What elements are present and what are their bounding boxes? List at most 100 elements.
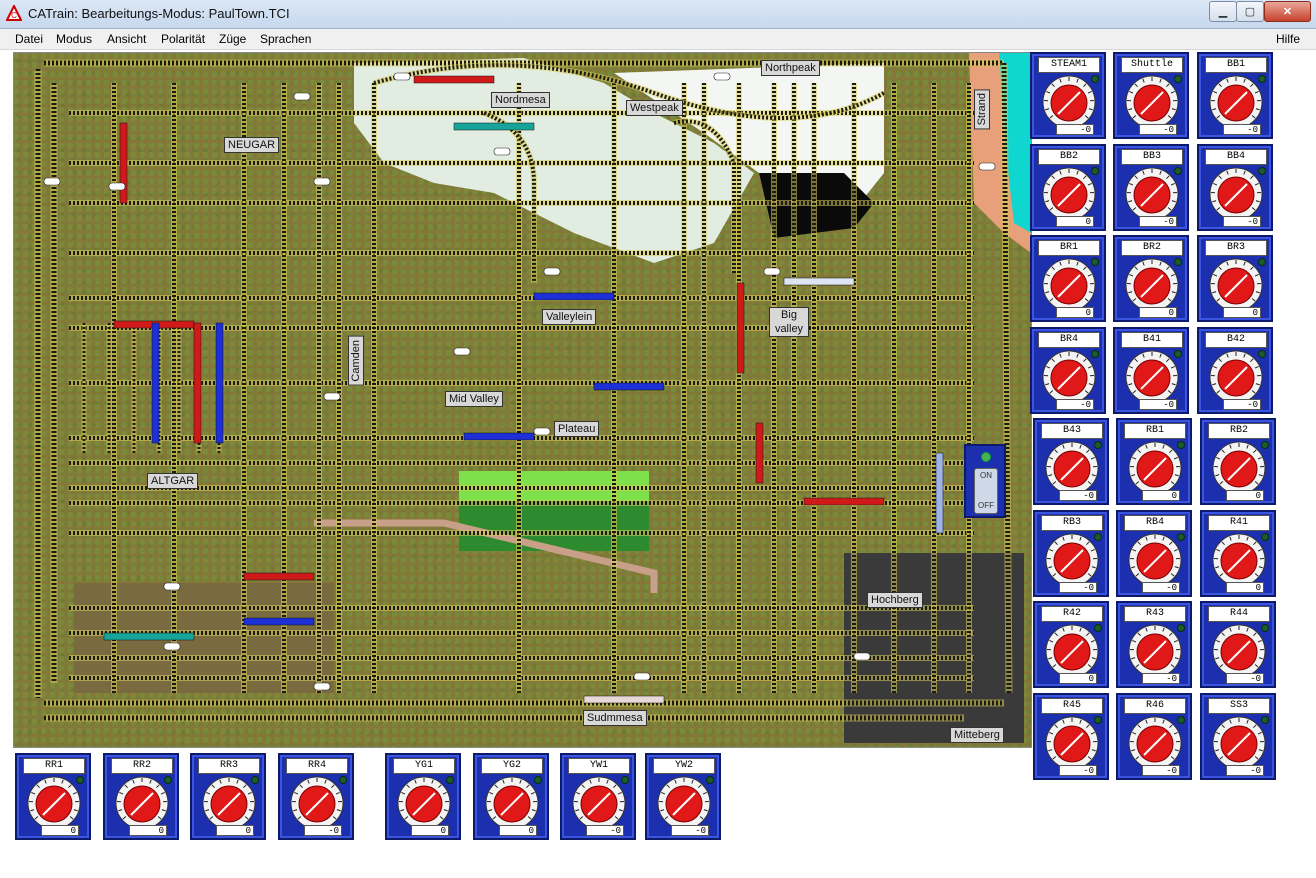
power-switch[interactable]: ON OFF (964, 444, 1006, 518)
throttle-dial-icon[interactable] (656, 775, 712, 831)
power-toggle[interactable]: ON OFF (974, 468, 998, 514)
throttle-dial-icon[interactable] (1208, 166, 1264, 222)
throttle-rr3[interactable]: RR3 0 (190, 753, 266, 840)
throttle-b42[interactable]: B42 -0 (1197, 326, 1273, 414)
train[interactable] (243, 617, 315, 626)
train[interactable] (533, 292, 615, 301)
train[interactable] (413, 75, 495, 84)
train[interactable] (583, 695, 665, 704)
signal-icon[interactable] (633, 672, 651, 681)
signal-icon[interactable] (313, 682, 331, 691)
signal-icon[interactable] (453, 347, 471, 356)
throttle-r45[interactable]: R45 -0 (1033, 692, 1109, 780)
train[interactable] (453, 122, 535, 131)
train[interactable] (783, 277, 855, 286)
signal-icon[interactable] (393, 72, 411, 81)
close-button[interactable]: ✕ (1264, 1, 1311, 22)
throttle-rb1[interactable]: RB1 0 (1116, 418, 1192, 505)
throttle-dial-icon[interactable] (1127, 440, 1183, 496)
menu-zuege[interactable]: Züge (219, 32, 246, 46)
train[interactable] (803, 497, 885, 506)
throttle-dial-icon[interactable] (1044, 715, 1100, 771)
maximize-button[interactable]: ▢ (1236, 1, 1264, 22)
throttle-r41[interactable]: R41 0 (1200, 509, 1276, 597)
menu-sprachen[interactable]: Sprachen (260, 32, 311, 46)
signal-icon[interactable] (543, 267, 561, 276)
throttle-r46[interactable]: R46 -0 (1116, 692, 1192, 780)
signal-icon[interactable] (313, 177, 331, 186)
throttle-dial-icon[interactable] (201, 775, 257, 831)
train[interactable] (193, 322, 202, 444)
menu-polaritaet[interactable]: Polarität (161, 32, 205, 46)
throttle-bb2[interactable]: BB2 0 (1030, 143, 1106, 231)
throttle-steam1[interactable]: STEAM1 -0 (1030, 52, 1106, 139)
throttle-dial-icon[interactable] (1211, 532, 1267, 588)
train[interactable] (243, 572, 315, 581)
signal-icon[interactable] (493, 147, 511, 156)
throttle-yw1[interactable]: YW1 -0 (560, 753, 636, 840)
throttle-dial-icon[interactable] (1127, 623, 1183, 679)
throttle-b41[interactable]: B41 -0 (1113, 326, 1189, 414)
throttle-dial-icon[interactable] (1044, 532, 1100, 588)
throttle-yw2[interactable]: YW2 -0 (645, 753, 721, 840)
menu-datei[interactable]: Datei (15, 32, 43, 46)
throttle-br2[interactable]: BR2 0 (1113, 235, 1189, 322)
throttle-rb3[interactable]: RB3 -0 (1033, 509, 1109, 597)
signal-icon[interactable] (163, 582, 181, 591)
menu-ansicht[interactable]: Ansicht (107, 32, 146, 46)
throttle-dial-icon[interactable] (1211, 715, 1267, 771)
throttle-dial-icon[interactable] (1041, 74, 1097, 130)
signal-icon[interactable] (163, 642, 181, 651)
throttle-dial-icon[interactable] (571, 775, 627, 831)
throttle-dial-icon[interactable] (1211, 440, 1267, 496)
train[interactable] (935, 452, 944, 534)
throttle-dial-icon[interactable] (1208, 257, 1264, 313)
signal-icon[interactable] (853, 652, 871, 661)
throttle-dial-icon[interactable] (289, 775, 345, 831)
signal-icon[interactable] (293, 92, 311, 101)
throttle-dial-icon[interactable] (1124, 349, 1180, 405)
train[interactable] (463, 432, 535, 441)
track-layout-panel[interactable]: NEUGAR ALTGAR Nordmesa Westpeak Northpea… (13, 52, 1032, 748)
throttle-dial-icon[interactable] (1208, 74, 1264, 130)
throttle-ss3[interactable]: SS3 -0 (1200, 692, 1276, 780)
throttle-br3[interactable]: BR3 0 (1197, 235, 1273, 322)
throttle-r44[interactable]: R44 -0 (1200, 601, 1276, 688)
signal-icon[interactable] (323, 392, 341, 401)
throttle-rb4[interactable]: RB4 -0 (1116, 509, 1192, 597)
throttle-dial-icon[interactable] (1041, 166, 1097, 222)
throttle-dial-icon[interactable] (1044, 623, 1100, 679)
throttle-yg2[interactable]: YG2 0 (473, 753, 549, 840)
throttle-dial-icon[interactable] (1208, 349, 1264, 405)
throttle-dial-icon[interactable] (1041, 349, 1097, 405)
throttle-bb1[interactable]: BB1 -0 (1197, 52, 1273, 139)
throttle-rb2[interactable]: RB2 0 (1200, 418, 1276, 505)
throttle-bb3[interactable]: BB3 -0 (1113, 143, 1189, 231)
signal-icon[interactable] (978, 162, 996, 171)
train[interactable] (215, 322, 224, 444)
signal-icon[interactable] (108, 182, 126, 191)
throttle-dial-icon[interactable] (1044, 440, 1100, 496)
throttle-yg1[interactable]: YG1 0 (385, 753, 461, 840)
throttle-dial-icon[interactable] (1127, 715, 1183, 771)
throttle-dial-icon[interactable] (1127, 532, 1183, 588)
signal-icon[interactable] (713, 72, 731, 81)
throttle-dial-icon[interactable] (26, 775, 82, 831)
train[interactable] (119, 122, 128, 204)
minimize-button[interactable]: ▁ (1209, 1, 1237, 22)
throttle-dial-icon[interactable] (396, 775, 452, 831)
throttle-dial-icon[interactable] (114, 775, 170, 831)
throttle-bb4[interactable]: BB4 -0 (1197, 143, 1273, 231)
throttle-r43[interactable]: R43 -0 (1116, 601, 1192, 688)
menu-modus[interactable]: Modus (56, 32, 92, 46)
throttle-dial-icon[interactable] (1211, 623, 1267, 679)
throttle-dial-icon[interactable] (1041, 257, 1097, 313)
signal-icon[interactable] (763, 267, 781, 276)
train[interactable] (103, 632, 195, 641)
throttle-br1[interactable]: BR1 0 (1030, 235, 1106, 322)
throttle-b43[interactable]: B43 -0 (1033, 418, 1109, 505)
throttle-dial-icon[interactable] (1124, 74, 1180, 130)
train[interactable] (755, 422, 764, 484)
signal-icon[interactable] (43, 177, 61, 186)
throttle-rr4[interactable]: RR4 -0 (278, 753, 354, 840)
